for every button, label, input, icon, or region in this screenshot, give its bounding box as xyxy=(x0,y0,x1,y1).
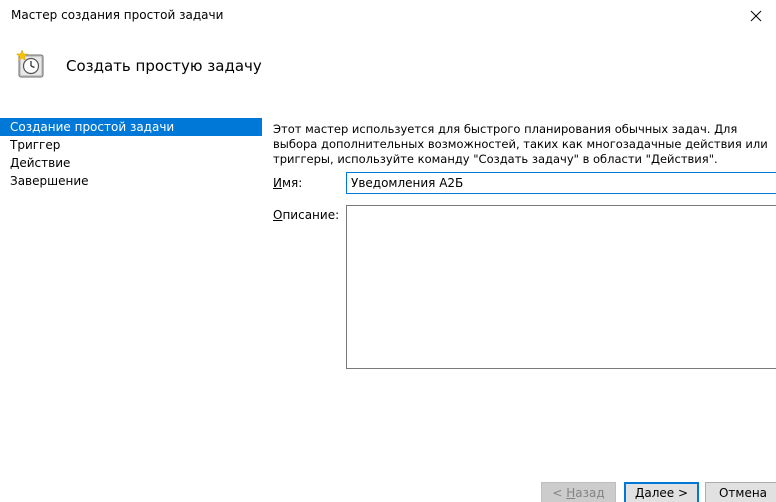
nav-item-create-task[interactable]: Создание простой задачи xyxy=(0,118,262,136)
title-bar: Мастер создания простой задачи xyxy=(0,0,776,32)
window-title: Мастер создания простой задачи xyxy=(11,8,224,22)
close-button[interactable] xyxy=(736,0,776,32)
back-button[interactable]: < Назад xyxy=(541,482,616,502)
wizard-steps-nav: Создание простой задачи Триггер Действие… xyxy=(0,118,262,190)
description-row: Описание: xyxy=(273,205,776,375)
nav-item-action[interactable]: Действие xyxy=(0,154,262,172)
cancel-button[interactable]: Отмена xyxy=(705,482,776,502)
nav-item-trigger[interactable]: Триггер xyxy=(0,136,262,154)
nav-item-finish[interactable]: Завершение xyxy=(0,172,262,190)
name-label: Имя: xyxy=(273,176,303,190)
page-title: Создать простую задачу xyxy=(66,57,262,75)
name-input[interactable] xyxy=(346,172,776,194)
intro-text: Этот мастер используется для быстрого пл… xyxy=(273,122,768,166)
description-input[interactable] xyxy=(346,205,776,369)
close-icon xyxy=(750,10,762,22)
task-scheduler-clock-icon xyxy=(16,50,44,78)
wizard-header: Создать простую задачу xyxy=(0,32,776,106)
next-button[interactable]: Далее > xyxy=(624,482,699,502)
name-row: Имя: xyxy=(273,172,776,196)
wizard-content: Этот мастер используется для быстрого пл… xyxy=(273,122,776,369)
description-label: Описание: xyxy=(273,208,340,222)
